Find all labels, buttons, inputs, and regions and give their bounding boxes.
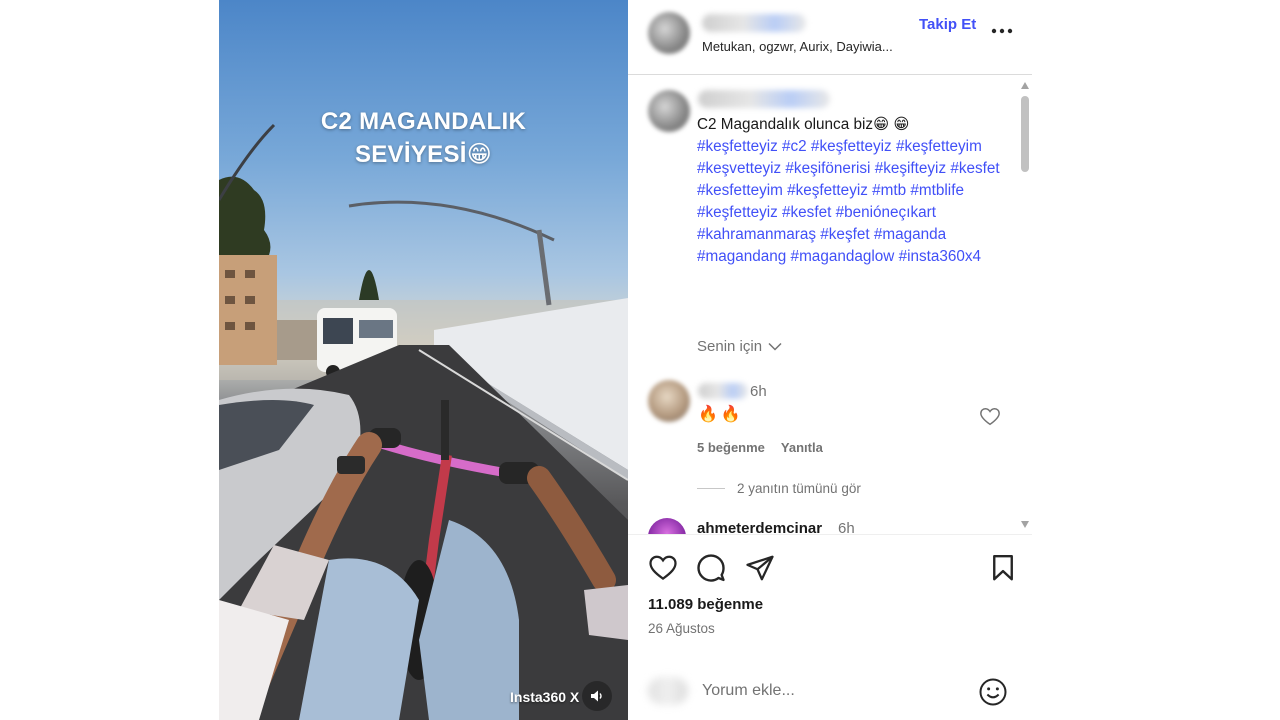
comment-button[interactable] (696, 553, 726, 583)
follow-button[interactable]: Takip Et (919, 16, 976, 33)
emoji-icon (979, 678, 1007, 706)
emoji-picker-button[interactable] (978, 677, 1008, 707)
view-replies-label: 2 yanıtın tümünü gör (737, 481, 861, 496)
for-you-dropdown[interactable]: Senin için (697, 338, 782, 355)
post-caption: C2 Magandalık olunca biz😁 😁 #keşfetteyiz… (697, 114, 1015, 268)
heart-icon (649, 555, 677, 581)
caption-username-redacted[interactable] (698, 90, 830, 108)
scroll-thumb[interactable] (1021, 96, 1029, 172)
more-dots-icon (991, 28, 1013, 34)
commenter-username-2[interactable]: ahmeterdemcinar (697, 520, 822, 534)
author-username-redacted[interactable] (702, 14, 806, 32)
heart-outline-icon (980, 408, 1000, 426)
post-actions: 11.089 beğenme 26 Ağustos (628, 534, 1032, 654)
commenter-avatar-2[interactable] (648, 518, 686, 534)
more-options-button[interactable] (991, 20, 1013, 42)
insta360-watermark: Insta360 X (510, 689, 580, 705)
like-button[interactable] (648, 553, 678, 583)
commenter-avatar[interactable] (648, 380, 690, 422)
comment-icon (697, 554, 725, 582)
author-avatar[interactable] (648, 12, 690, 54)
current-user-avatar (648, 677, 688, 705)
sound-toggle-button[interactable] (582, 681, 612, 711)
reply-button[interactable]: Yanıtla (781, 440, 823, 455)
comment-like-button[interactable] (979, 406, 1001, 428)
comments-scrollbar[interactable] (1020, 76, 1030, 534)
post-header: Metukan, ogzwr, Aurix, Dayiwia... Takip … (628, 0, 1032, 75)
share-icon (746, 555, 774, 581)
view-replies-button[interactable]: 2 yanıtın tümünü gör (697, 481, 861, 496)
video-overlay-subtitle: SEVİYESİ😁 (354, 141, 493, 168)
post-media[interactable]: C2 MAGANDALIK SEVİYESİ😁 Insta360 X (219, 0, 628, 720)
share-button[interactable] (745, 553, 775, 583)
comment-timestamp-2: 6h (838, 520, 855, 534)
bookmark-icon (993, 554, 1013, 581)
post-details-panel: Metukan, ogzwr, Aurix, Dayiwia... Takip … (628, 0, 1032, 720)
speaker-icon (591, 690, 602, 702)
comment-input[interactable] (702, 680, 962, 702)
comment-text: 🔥🔥 (698, 406, 744, 423)
commenter-username-redacted[interactable] (698, 383, 748, 399)
scroll-down-arrow[interactable] (1021, 521, 1029, 528)
likes-count[interactable]: 11.089 beğenme (648, 596, 763, 613)
caption-text: C2 Magandalık olunca biz😁 😁 (697, 116, 910, 133)
save-button[interactable] (988, 553, 1018, 583)
caption-author-avatar[interactable] (648, 90, 690, 132)
chevron-down-icon (768, 342, 782, 351)
caption-hashtags[interactable]: #keşfetteyiz #c2 #keşfetteyiz #keşfettey… (697, 136, 1015, 268)
add-comment-bar (628, 660, 1032, 720)
video-overlay-title: C2 MAGANDALIK (320, 108, 527, 135)
comment-meta: 5 beğenme Yanıtla (697, 440, 823, 455)
collab-accounts[interactable]: Metukan, ogzwr, Aurix, Dayiwia... (702, 39, 893, 54)
comment-timestamp: 6h (750, 383, 767, 400)
post-date[interactable]: 26 Ağustos (648, 621, 715, 636)
replies-divider-line (697, 488, 725, 489)
comments-scroll-area[interactable]: C2 Magandalık olunca biz😁 😁 #keşfetteyiz… (628, 76, 1032, 534)
comment-likes-count[interactable]: 5 beğenme (697, 440, 765, 455)
for-you-label: Senin için (697, 338, 763, 355)
scroll-up-arrow[interactable] (1021, 82, 1029, 89)
